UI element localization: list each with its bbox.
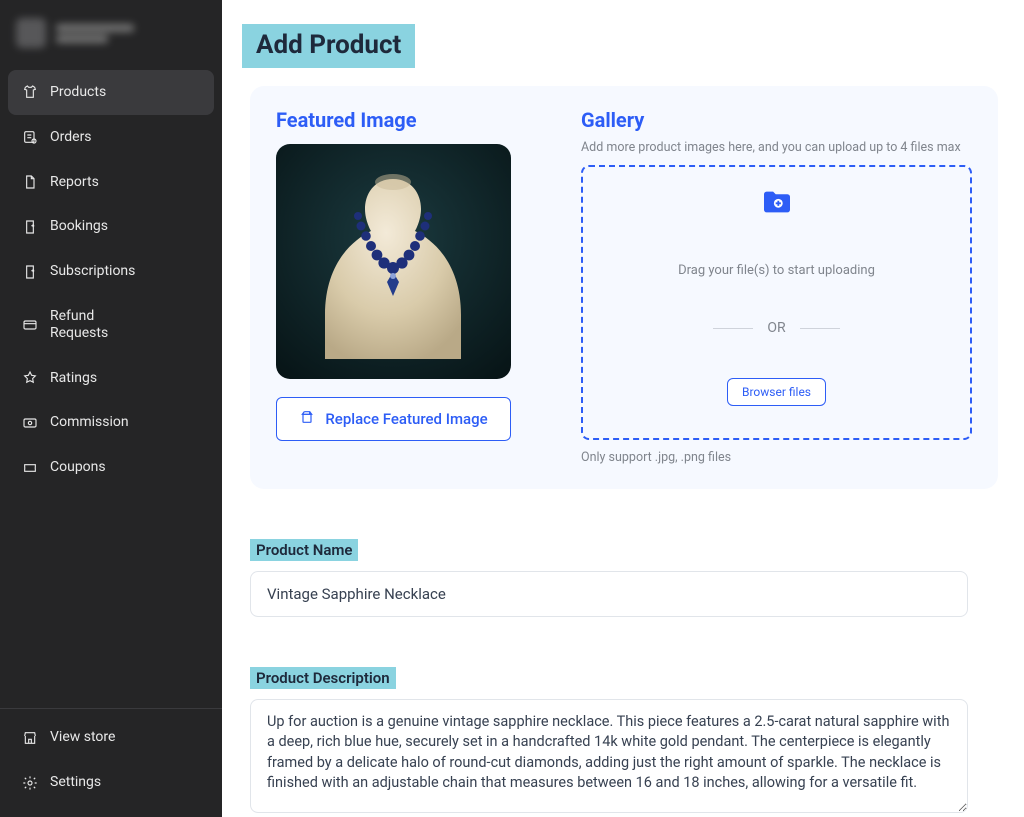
replace-featured-image-button[interactable]: Replace Featured Image	[276, 397, 511, 441]
sidebar: Products Orders Reports Bookings Subscri…	[0, 0, 222, 817]
doc-arrow-icon	[22, 219, 38, 235]
ticket-icon	[22, 460, 38, 476]
sidebar-item-subscriptions[interactable]: Subscriptions	[8, 249, 214, 294]
sidebar-label: Subscriptions	[50, 263, 135, 280]
product-description-label: Product Description	[250, 667, 396, 689]
product-description-textarea[interactable]	[250, 699, 968, 813]
main-content: Add Product Featured Image	[222, 0, 1024, 817]
or-text: OR	[767, 320, 785, 336]
featured-image-thumb	[276, 144, 511, 379]
product-name-label: Product Name	[250, 539, 358, 561]
sidebar-label: Ratings	[50, 370, 97, 387]
gallery-dropzone[interactable]: Drag your file(s) to start uploading OR …	[581, 165, 972, 440]
sidebar-item-refund-requests[interactable]: Refund Requests	[8, 294, 214, 356]
store-icon	[22, 730, 38, 746]
or-row: OR	[713, 320, 839, 336]
sidebar-item-view-store[interactable]: View store	[8, 715, 214, 760]
browser-files-button[interactable]: Browser files	[727, 378, 826, 406]
list-check-icon	[22, 129, 38, 145]
sidebar-label: Reports	[50, 174, 99, 191]
sidebar-label: Orders	[50, 129, 92, 146]
document-icon	[22, 174, 38, 190]
card-icon	[22, 317, 38, 333]
page-title: Add Product	[242, 24, 415, 68]
sidebar-item-products[interactable]: Products	[8, 70, 214, 115]
sidebar-item-orders[interactable]: Orders	[8, 115, 214, 160]
sidebar-item-ratings[interactable]: Ratings	[8, 356, 214, 401]
star-icon	[22, 370, 38, 386]
upload-folder-icon	[761, 189, 793, 215]
sidebar-label: Settings	[50, 774, 101, 791]
doc-arrow-icon	[22, 264, 38, 280]
replace-icon	[299, 409, 315, 429]
sidebar-label: Bookings	[50, 218, 108, 235]
gallery-section: Gallery Add more product images here, an…	[581, 108, 972, 465]
support-hint: Only support .jpg, .png files	[581, 450, 972, 465]
sidebar-item-coupons[interactable]: Coupons	[8, 445, 214, 490]
sidebar-item-bookings[interactable]: Bookings	[8, 204, 214, 249]
gear-icon	[22, 775, 38, 791]
sidebar-item-commission[interactable]: Commission	[8, 400, 214, 445]
image-card: Featured Image	[250, 86, 998, 489]
sidebar-label: Refund Requests	[50, 308, 130, 342]
commission-icon	[22, 415, 38, 431]
gallery-hint: Add more product images here, and you ca…	[581, 140, 972, 155]
sidebar-label: View store	[50, 729, 115, 746]
gallery-title: Gallery	[581, 108, 972, 132]
featured-image-title: Featured Image	[276, 108, 541, 132]
sidebar-nav: Products Orders Reports Bookings Subscri…	[0, 70, 222, 490]
sidebar-separator	[0, 708, 222, 709]
sidebar-footer-nav: View store Settings	[0, 715, 222, 817]
sidebar-item-settings[interactable]: Settings	[8, 760, 214, 805]
featured-image-section: Featured Image	[276, 108, 541, 465]
shirt-icon	[22, 84, 38, 100]
product-name-input[interactable]	[250, 571, 968, 617]
sidebar-label: Products	[50, 84, 106, 101]
sidebar-label: Coupons	[50, 459, 106, 476]
replace-label: Replace Featured Image	[325, 410, 487, 428]
brand-blurred	[16, 10, 206, 56]
sidebar-label: Commission	[50, 414, 129, 431]
sidebar-item-reports[interactable]: Reports	[8, 160, 214, 205]
drag-text: Drag your file(s) to start uploading	[678, 263, 875, 278]
